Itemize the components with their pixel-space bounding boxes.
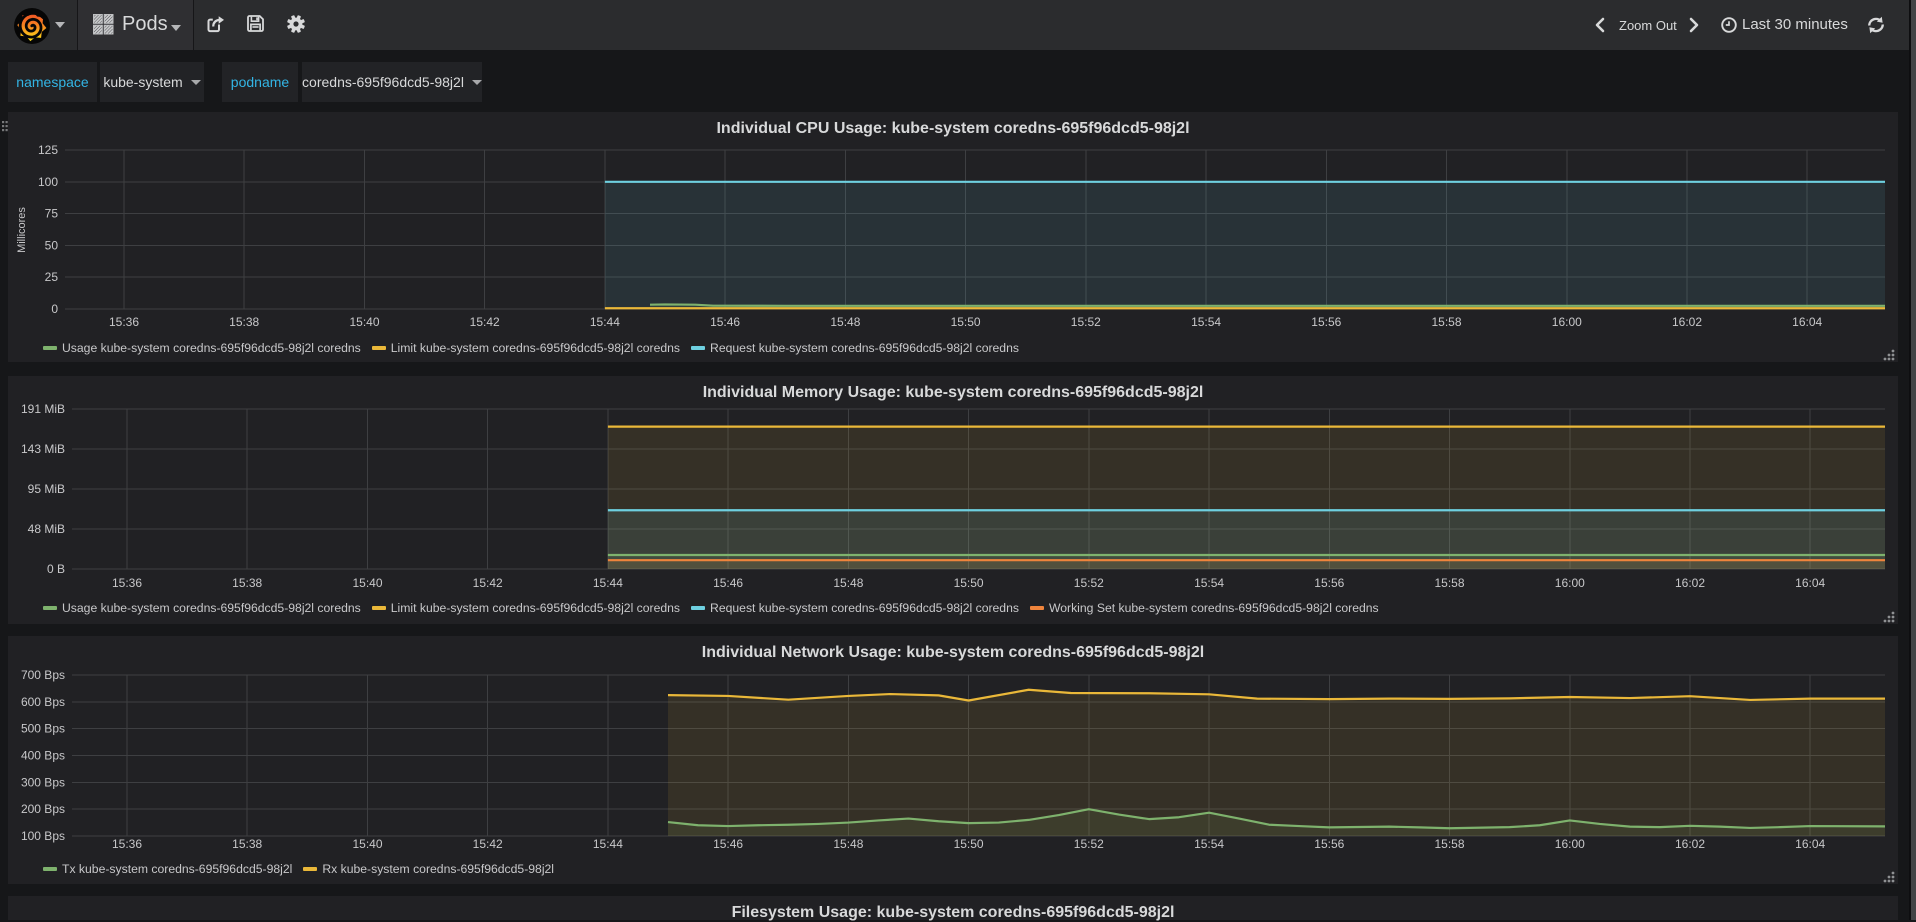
svg-text:600 Bps: 600 Bps (21, 695, 65, 709)
svg-text:15:38: 15:38 (229, 315, 259, 329)
svg-text:16:00: 16:00 (1552, 315, 1582, 329)
svg-text:15:42: 15:42 (470, 315, 500, 329)
svg-text:15:38: 15:38 (232, 837, 262, 851)
svg-text:15:36: 15:36 (109, 315, 139, 329)
svg-text:0 B: 0 B (47, 562, 65, 576)
svg-text:15:36: 15:36 (112, 576, 142, 590)
svg-text:16:02: 16:02 (1675, 837, 1705, 851)
svg-text:15:58: 15:58 (1431, 315, 1461, 329)
svg-text:95 MiB: 95 MiB (28, 482, 65, 496)
svg-text:300 Bps: 300 Bps (21, 775, 65, 789)
svg-text:15:52: 15:52 (1074, 837, 1104, 851)
svg-text:15:50: 15:50 (951, 315, 981, 329)
svg-text:125: 125 (38, 143, 58, 157)
svg-text:100 Bps: 100 Bps (21, 829, 65, 843)
svg-text:15:48: 15:48 (833, 837, 863, 851)
svg-text:16:02: 16:02 (1672, 315, 1702, 329)
svg-text:15:42: 15:42 (473, 576, 503, 590)
svg-text:15:50: 15:50 (954, 837, 984, 851)
svg-text:15:44: 15:44 (593, 837, 623, 851)
svg-text:15:46: 15:46 (710, 315, 740, 329)
svg-text:16:02: 16:02 (1675, 576, 1705, 590)
svg-text:200 Bps: 200 Bps (21, 802, 65, 816)
svg-text:15:56: 15:56 (1314, 576, 1344, 590)
svg-text:191 MiB: 191 MiB (21, 402, 65, 416)
svg-text:15:54: 15:54 (1191, 315, 1221, 329)
svg-text:16:04: 16:04 (1792, 315, 1822, 329)
svg-text:15:38: 15:38 (232, 576, 262, 590)
svg-text:15:44: 15:44 (590, 315, 620, 329)
svg-text:15:52: 15:52 (1074, 576, 1104, 590)
svg-text:15:36: 15:36 (112, 837, 142, 851)
svg-text:15:56: 15:56 (1314, 837, 1344, 851)
svg-text:16:00: 16:00 (1555, 576, 1585, 590)
svg-text:50: 50 (45, 238, 59, 252)
svg-text:15:42: 15:42 (473, 837, 503, 851)
svg-text:15:58: 15:58 (1434, 576, 1464, 590)
svg-text:15:52: 15:52 (1071, 315, 1101, 329)
svg-text:16:04: 16:04 (1795, 576, 1825, 590)
svg-text:15:58: 15:58 (1434, 837, 1464, 851)
svg-text:700 Bps: 700 Bps (21, 668, 65, 682)
svg-text:500 Bps: 500 Bps (21, 722, 65, 736)
svg-text:15:50: 15:50 (954, 576, 984, 590)
svg-text:15:44: 15:44 (593, 576, 623, 590)
svg-text:15:48: 15:48 (830, 315, 860, 329)
svg-text:75: 75 (45, 207, 59, 221)
svg-text:400 Bps: 400 Bps (21, 749, 65, 763)
svg-text:15:56: 15:56 (1311, 315, 1341, 329)
svg-text:15:46: 15:46 (713, 576, 743, 590)
svg-text:15:54: 15:54 (1194, 837, 1224, 851)
svg-text:100: 100 (38, 175, 58, 189)
svg-text:15:54: 15:54 (1194, 576, 1224, 590)
svg-text:0: 0 (51, 302, 58, 316)
svg-text:143 MiB: 143 MiB (21, 442, 65, 456)
svg-text:15:46: 15:46 (713, 837, 743, 851)
svg-text:15:40: 15:40 (352, 576, 382, 590)
svg-text:15:40: 15:40 (352, 837, 382, 851)
svg-text:Millicores: Millicores (16, 207, 28, 253)
svg-text:48 MiB: 48 MiB (28, 522, 65, 536)
svg-text:15:40: 15:40 (349, 315, 379, 329)
svg-text:15:48: 15:48 (833, 576, 863, 590)
svg-text:25: 25 (45, 270, 59, 284)
svg-text:16:00: 16:00 (1555, 837, 1585, 851)
svg-text:16:04: 16:04 (1795, 837, 1825, 851)
